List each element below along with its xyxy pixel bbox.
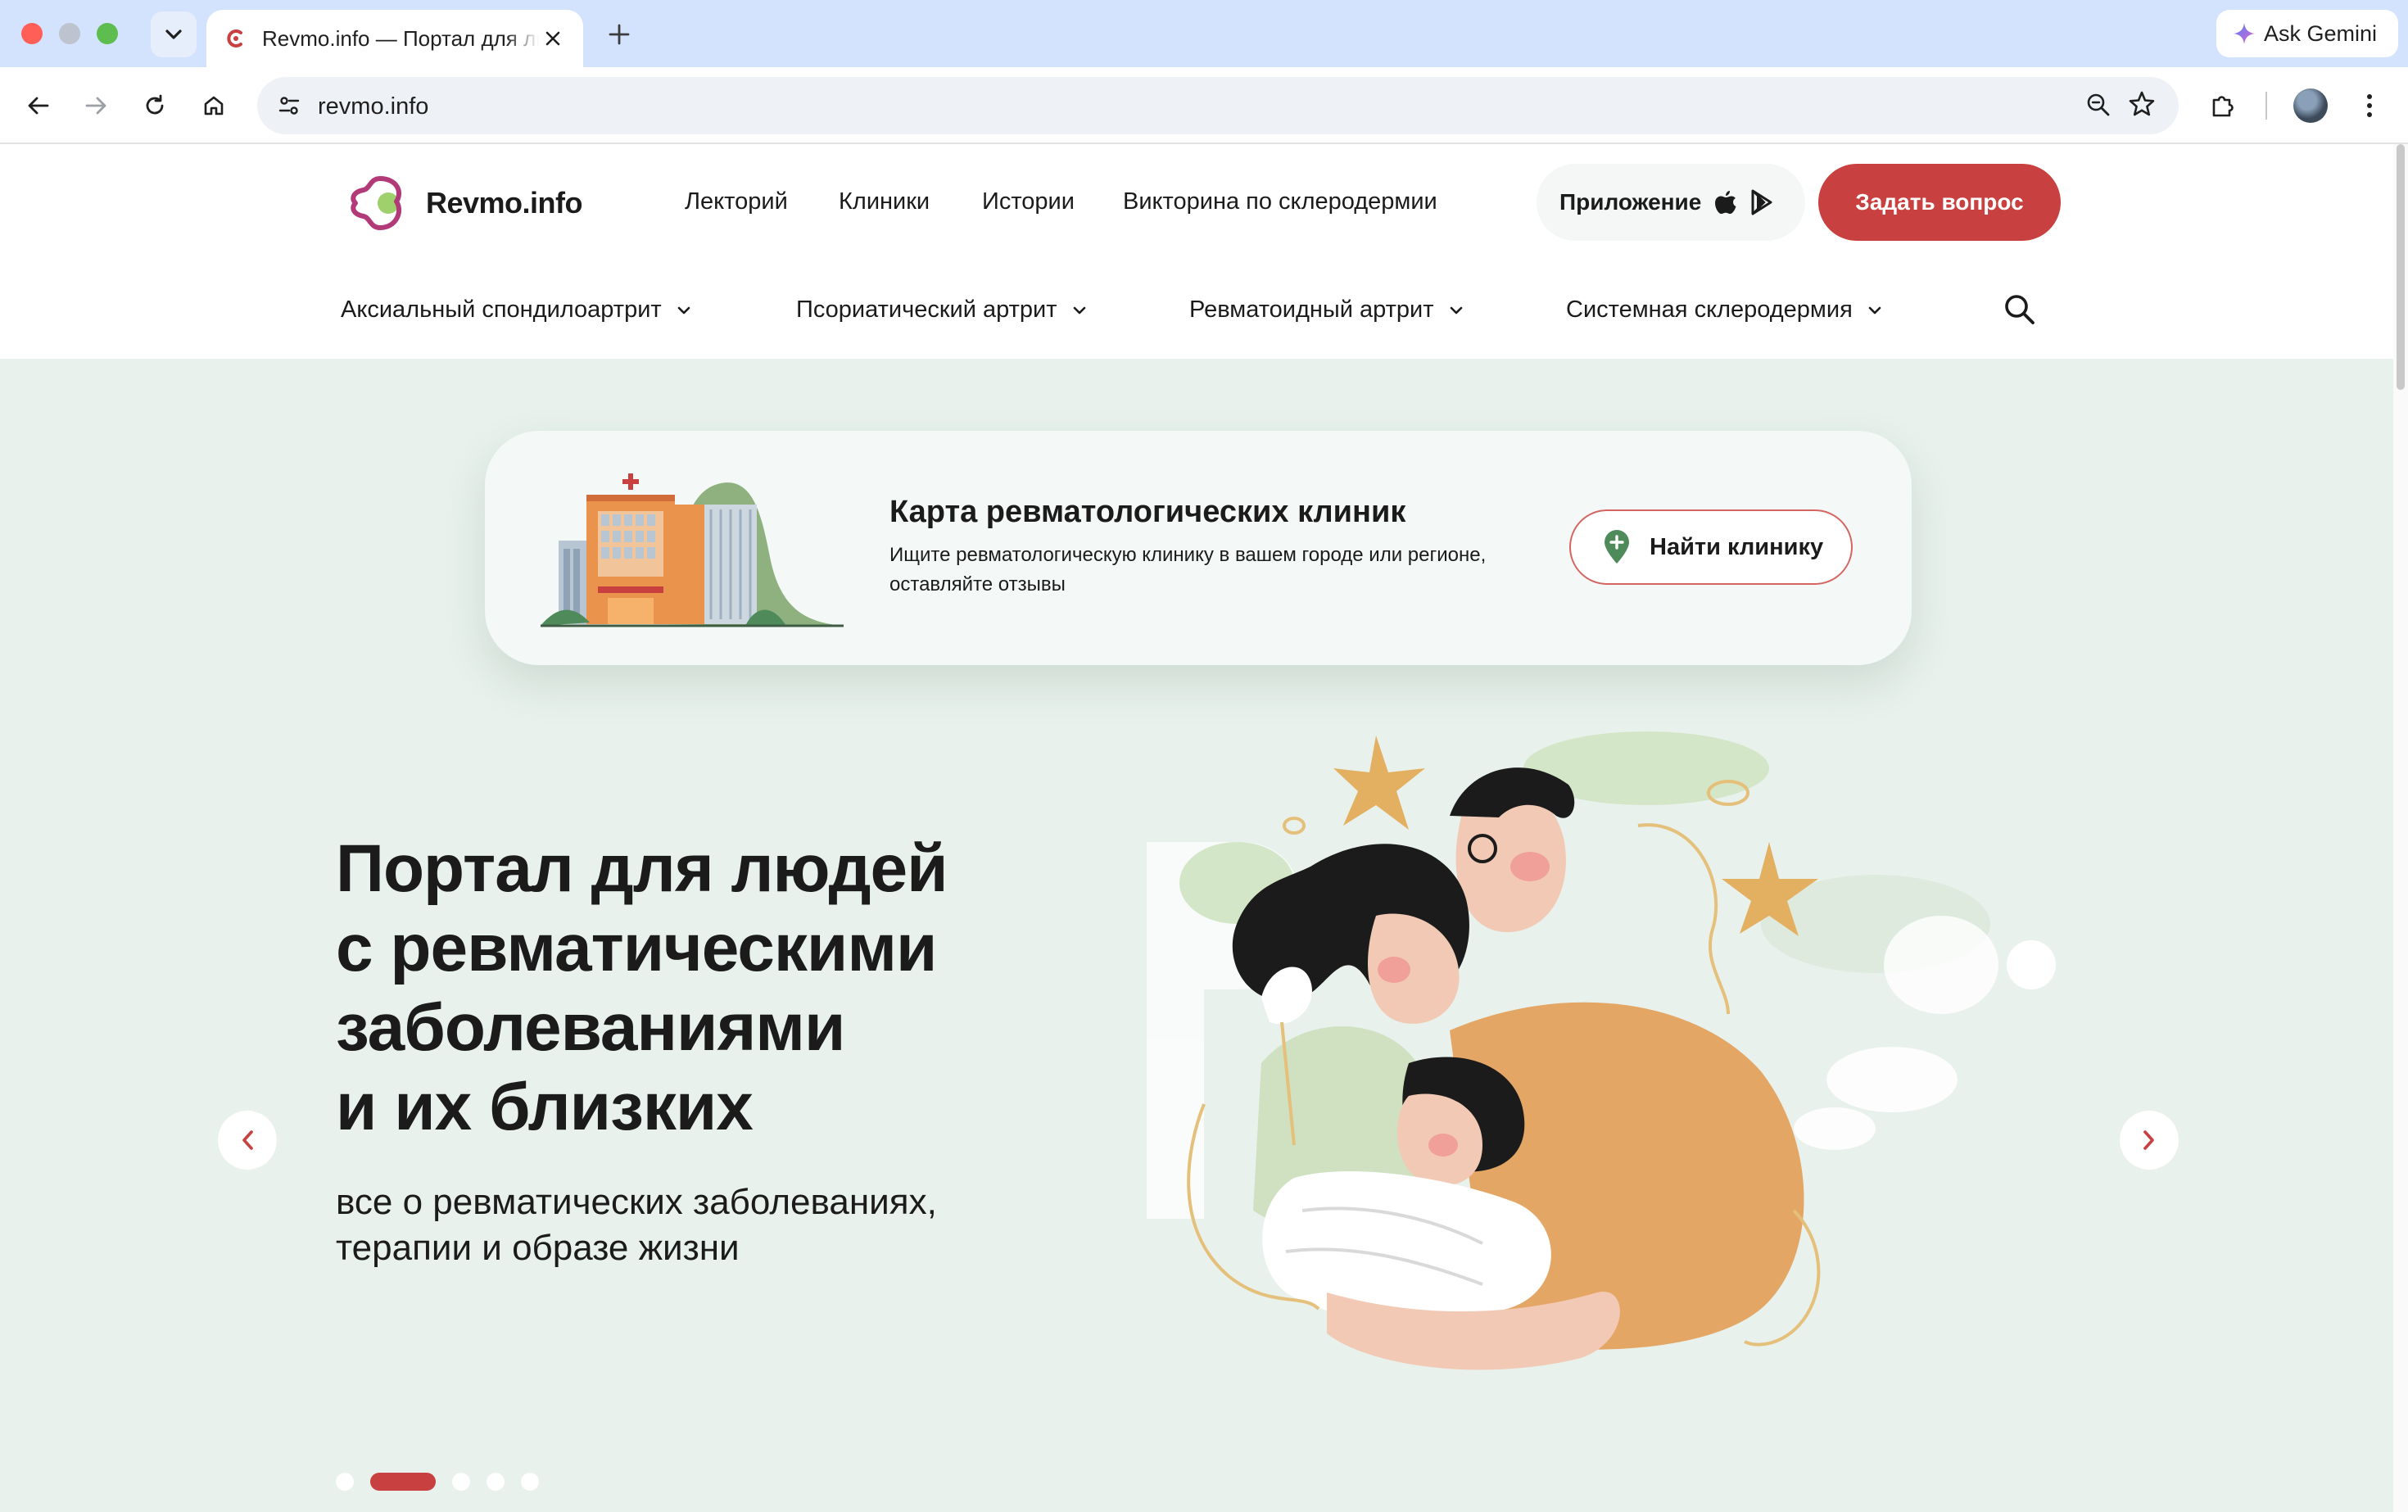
- site-logo-link[interactable]: Revmo.info: [346, 170, 583, 236]
- arrow-left-icon: [28, 97, 49, 115]
- clinic-card-description: Ищите ревматологическую клинику в вашем …: [889, 544, 1487, 595]
- close-icon: [545, 31, 560, 46]
- close-window-button[interactable]: [21, 23, 43, 44]
- subnav-rheumatoid-arthritis[interactable]: Ревматоидный артрит: [1189, 297, 1464, 324]
- nav-stories[interactable]: Истории: [982, 188, 1075, 215]
- hero-title-line: с ревматическими: [336, 911, 937, 985]
- browser-tab-bar: Revmo.info — Портал для людей с ревматич…: [0, 0, 2408, 67]
- site-search-button[interactable]: [2002, 292, 2038, 328]
- carousel-next-button[interactable]: [2120, 1111, 2179, 1170]
- revmo-logo-icon: [351, 176, 402, 230]
- map-pin-plus-icon: [1605, 530, 1629, 564]
- clinic-map-card: Карта ревматологических клиник Ищите рев…: [485, 431, 1912, 665]
- back-button[interactable]: [20, 87, 57, 124]
- nav-lectures[interactable]: Лекторий: [685, 188, 788, 215]
- subnav-label: Псориатический артрит: [796, 297, 1057, 323]
- page-scrollbar[interactable]: [2393, 144, 2408, 1512]
- zoom-button[interactable]: [2084, 90, 2113, 124]
- hero-subtitle-line: терапии и образе жизни: [336, 1228, 740, 1268]
- find-clinic-label: Найти клинику: [1650, 533, 1824, 560]
- new-tab-button[interactable]: [603, 18, 636, 51]
- subnav-label: Системная склеродермия: [1566, 297, 1853, 323]
- carousel-dot-5[interactable]: [521, 1473, 539, 1491]
- app-download-button[interactable]: Приложение: [1537, 164, 1805, 241]
- hero-title-line: заболеваниями: [336, 990, 845, 1065]
- nav-clinics[interactable]: Клиники: [839, 188, 930, 215]
- clinic-card-title: Карта ревматологических клиник: [889, 495, 1406, 529]
- chevron-left-icon: [242, 1130, 253, 1150]
- url-text: revmo.info: [318, 93, 429, 120]
- ask-question-button[interactable]: Задать вопрос: [1818, 164, 2061, 241]
- hero-title-line: Портал для людей: [336, 831, 948, 906]
- subnav-systemic-scleroderma[interactable]: Системная склеродермия: [1566, 297, 1882, 324]
- hero-subtitle-line: все о ревматических заболеваниях,: [336, 1182, 937, 1222]
- minimize-window-button[interactable]: [59, 23, 80, 44]
- tab-search-button[interactable]: [151, 11, 197, 57]
- arrow-right-icon: [85, 97, 106, 115]
- site-favicon-icon: [227, 29, 242, 48]
- subnav-psoriatic-arthritis[interactable]: Псориатический артрит: [796, 297, 1087, 324]
- carousel-pagination: [336, 1473, 555, 1491]
- carousel-dot-3[interactable]: [452, 1473, 470, 1491]
- apple-icon: [1715, 191, 1736, 214]
- more-vertical-icon: [2367, 94, 2372, 117]
- hero-title-line: и их близких: [336, 1070, 754, 1144]
- toolbar-divider: [2265, 92, 2267, 120]
- home-icon: [204, 96, 224, 115]
- forward-button[interactable]: [77, 87, 115, 124]
- hero-section: Карта ревматологических клиник Ищите рев…: [0, 359, 2408, 1512]
- chevron-down-icon: [677, 306, 690, 314]
- browser-tab-active[interactable]: Revmo.info — Портал для людей с ревматич…: [206, 10, 583, 67]
- hero-subtitle: все о ревматических заболеваниях, терапи…: [336, 1179, 1073, 1271]
- puzzle-icon: [2212, 96, 2234, 117]
- subnav-axial-spondyloarthritis[interactable]: Аксиальный спондилоартрит: [341, 297, 691, 324]
- maximize-window-button[interactable]: [97, 23, 118, 44]
- scrollbar-thumb[interactable]: [2397, 144, 2405, 390]
- google-play-icon: [1751, 189, 1772, 215]
- web-page: Revmo.info Лекторий Клиники Истории Викт…: [0, 144, 2408, 1512]
- find-clinic-button[interactable]: Найти клинику: [1569, 509, 1853, 585]
- bookmark-button[interactable]: [2126, 88, 2157, 124]
- home-button[interactable]: [195, 87, 233, 124]
- site-settings-button[interactable]: [270, 87, 308, 124]
- zoom-out-icon: [2087, 93, 2110, 116]
- app-label: Приложение: [1559, 189, 1702, 215]
- site-header: Revmo.info Лекторий Клиники Истории Викт…: [0, 144, 2408, 357]
- reload-button[interactable]: [136, 87, 174, 124]
- nav-scleroderma-quiz[interactable]: Викторина по склеродермии: [1123, 188, 1437, 215]
- ask-gemini-label: Ask Gemini: [2264, 20, 2378, 46]
- star-outline-icon: [2129, 91, 2155, 116]
- browser-menu-button[interactable]: [2351, 87, 2388, 124]
- browser-toolbar: revmo.info: [0, 67, 2408, 144]
- tune-icon: [278, 97, 300, 115]
- hero-title: Портал для людей с ревматическими заболе…: [336, 829, 1073, 1147]
- carousel-prev-button[interactable]: [218, 1111, 277, 1170]
- chevron-down-icon: [1868, 306, 1881, 314]
- tab-title: Revmo.info — Портал для людей с ревматич…: [262, 25, 539, 51]
- carousel-dot-1[interactable]: [336, 1473, 354, 1491]
- profile-avatar[interactable]: [2293, 88, 2328, 123]
- reload-icon: [146, 94, 164, 115]
- ask-gemini-button[interactable]: Ask Gemini: [2216, 10, 2398, 57]
- subnav-label: Аксиальный спондилоартрит: [341, 297, 662, 323]
- close-tab-button[interactable]: [541, 26, 565, 51]
- logo-text: Revmo.info: [426, 186, 583, 220]
- carousel-dot-4[interactable]: [487, 1473, 505, 1491]
- hospital-illustration: [541, 473, 844, 627]
- carousel-dot-2[interactable]: [370, 1473, 436, 1491]
- gemini-sparkle-icon: [2234, 23, 2255, 44]
- chevron-down-icon: [1450, 306, 1462, 314]
- chevron-right-icon: [2143, 1130, 2154, 1150]
- plus-icon: [609, 24, 630, 45]
- search-icon: [2005, 295, 2035, 324]
- chevron-down-icon: [1073, 306, 1085, 314]
- subnav-label: Ревматоидный артрит: [1189, 297, 1434, 323]
- chevron-down-icon: [165, 29, 182, 39]
- family-illustration: [1147, 731, 2056, 1370]
- extensions-button[interactable]: [2205, 87, 2243, 124]
- address-bar[interactable]: revmo.info: [257, 77, 2179, 134]
